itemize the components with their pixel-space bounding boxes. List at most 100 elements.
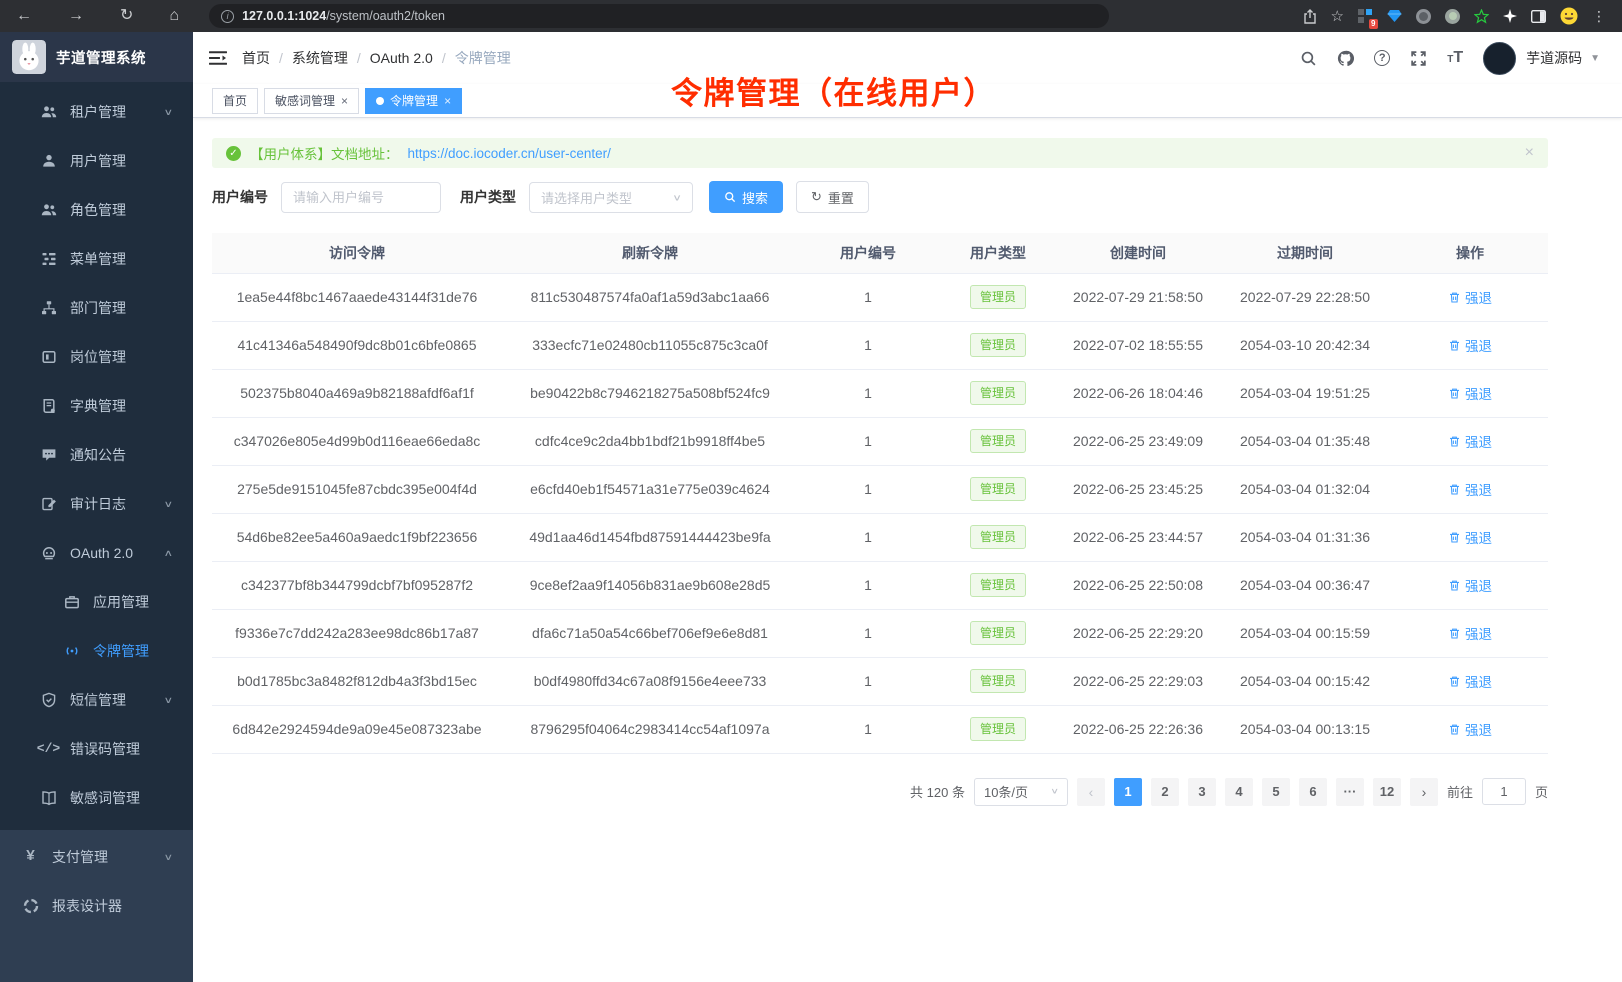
sidebar-item[interactable]: 部门管理 [0,283,193,332]
page-tab[interactable]: 令牌管理 × [365,88,462,114]
sidebar-item[interactable]: 用户管理 [0,136,193,185]
sidebar-item[interactable]: OAuth 2.0 ∧ [0,528,193,577]
github-icon[interactable] [1337,50,1354,67]
page-number-button[interactable]: 6 [1299,778,1327,806]
user-type-select[interactable]: 请选择用户类型 ∨ [529,182,693,213]
snowflake-extension-icon[interactable] [1503,9,1517,23]
force-logout-button[interactable]: 强退 [1448,719,1492,739]
user-menu-caret-icon[interactable]: ▼ [1590,53,1600,64]
doc-banner: ✓ 【用户体系】文档地址： https://doc.iocoder.cn/use… [212,138,1548,168]
browser-back-icon[interactable]: ← [16,8,32,24]
sidebar-item[interactable]: 应用管理 [0,577,193,626]
browser-forward-icon[interactable]: → [68,8,84,24]
force-logout-button[interactable]: 强退 [1448,671,1492,691]
sidebar-item[interactable]: 令牌管理 [0,626,193,675]
browser-home-icon[interactable]: ⌂ [169,8,179,24]
sidebar-item[interactable]: 岗位管理 [0,332,193,381]
user-id-cell: 1 [798,561,938,609]
reset-button[interactable]: ↻ 重置 [796,181,869,213]
user-type-cell: 管理员 [938,705,1058,753]
page-number-button[interactable]: 1 [1114,778,1142,806]
site-info-icon[interactable]: i [221,10,234,23]
chevron-icon: ∨ [164,498,174,509]
user-id-cell: 1 [798,609,938,657]
force-logout-button[interactable]: 强退 [1448,335,1492,355]
help-icon[interactable]: ? [1374,50,1390,66]
search-icon[interactable] [1300,50,1317,67]
page-number-button[interactable]: 4 [1225,778,1253,806]
sidebar-item[interactable]: 审计日志 ∨ [0,479,193,528]
code-icon: </> [40,740,57,757]
force-logout-button[interactable]: 强退 [1448,287,1492,307]
font-size-icon[interactable]: TT [1447,50,1463,66]
sidebar-item[interactable]: 菜单管理 [0,234,193,283]
breadcrumb-item[interactable]: 首页 / [242,48,292,68]
sidebar-item[interactable]: 角色管理 [0,185,193,234]
sidebar-item[interactable]: 敏感词管理 [0,773,193,822]
sidebar-item-label: 应用管理 [93,592,149,612]
page-number-button[interactable]: 3 [1188,778,1216,806]
prev-page-button[interactable]: ‹ [1077,778,1105,806]
extension-icon[interactable] [1445,9,1460,24]
trash-icon [1448,627,1461,640]
user-id-cell: 1 [798,417,938,465]
gem-extension-icon[interactable] [1387,9,1402,23]
force-logout-button[interactable]: 强退 [1448,431,1492,451]
doc-link[interactable]: https://doc.iocoder.cn/user-center/ [408,146,611,161]
table-row: c347026e805e4d99b0d116eae66eda8c cdfc4ce… [212,417,1548,465]
table-row: 41c41346a548490f9dc8b01c6bfe0865 333ecfc… [212,321,1548,369]
emoji-avatar[interactable] [1560,7,1578,25]
access-token-cell: f9336e7c7dd242a283ee98dc86b17a87 [212,609,502,657]
star-extension-icon[interactable] [1474,9,1489,24]
share-icon[interactable] [1303,9,1317,24]
browser-reload-icon[interactable]: ↻ [120,8,133,24]
trash-icon [1448,435,1461,448]
extension-icon[interactable] [1416,9,1431,24]
browser-menu-icon[interactable]: ⋮ [1592,8,1606,25]
breadcrumb-item[interactable]: OAuth 2.0 / [370,50,455,66]
force-logout-button[interactable]: 强退 [1448,479,1492,499]
page-size-select[interactable]: 10条/页 ∨ [974,778,1068,806]
search-button[interactable]: 搜索 [709,181,783,213]
page-tab[interactable]: 首页 × [212,88,258,114]
page-number-button[interactable]: 5 [1262,778,1290,806]
tab-close-icon[interactable]: × [444,94,451,108]
user-id-input[interactable] [281,182,441,213]
total-count: 共 120 条 [910,782,965,801]
force-logout-button[interactable]: 强退 [1448,383,1492,403]
app-logo[interactable]: 芋道管理系统 [0,32,193,82]
user-avatar[interactable] [1483,42,1516,75]
page-number-button[interactable]: 12 [1373,778,1401,806]
signal-icon [63,642,80,659]
table-column-header: 操作 [1392,233,1548,273]
access-token-cell: 275e5de9151045fe87cbdc395e004f4d [212,465,502,513]
tab-close-icon[interactable]: × [341,94,348,108]
sidebar-item[interactable]: 字典管理 [0,381,193,430]
user-type-cell: 管理员 [938,657,1058,705]
sidebar-item[interactable]: 报表设计器 [0,881,193,930]
sidebar-item[interactable]: ¥ 支付管理 ∨ [0,832,193,881]
breadcrumb-item[interactable]: 系统管理 / [292,48,370,68]
page-tab[interactable]: 敏感词管理 × [264,88,359,114]
username[interactable]: 芋道源码 [1526,48,1582,68]
address-bar[interactable]: i 127.0.0.1:1024/system/oauth2/token [209,4,1109,28]
extension-grid-icon[interactable]: 9 [1358,9,1373,24]
sidebar-item[interactable]: 租户管理 ∨ [0,87,193,136]
force-logout-button[interactable]: 强退 [1448,575,1492,595]
sidebar-item[interactable]: 通知公告 [0,430,193,479]
page-number-button[interactable]: ··· [1336,778,1364,806]
banner-close-icon[interactable]: × [1525,145,1534,161]
next-page-button[interactable]: › [1410,778,1438,806]
fullscreen-icon[interactable] [1410,50,1427,67]
sidebar-item[interactable]: 短信管理 ∨ [0,675,193,724]
force-logout-button[interactable]: 强退 [1448,623,1492,643]
user-type-badge: 管理员 [970,477,1026,502]
sidebar-item[interactable]: </> 错误码管理 [0,724,193,773]
breadcrumb-item[interactable]: 令牌管理 / [455,48,511,68]
goto-page-input[interactable] [1482,778,1526,805]
force-logout-button[interactable]: 强退 [1448,527,1492,547]
bookmark-star-icon[interactable]: ☆ [1331,7,1344,25]
page-number-button[interactable]: 2 [1151,778,1179,806]
side-panel-icon[interactable] [1531,10,1546,23]
sidebar-collapse-icon[interactable] [209,50,227,66]
